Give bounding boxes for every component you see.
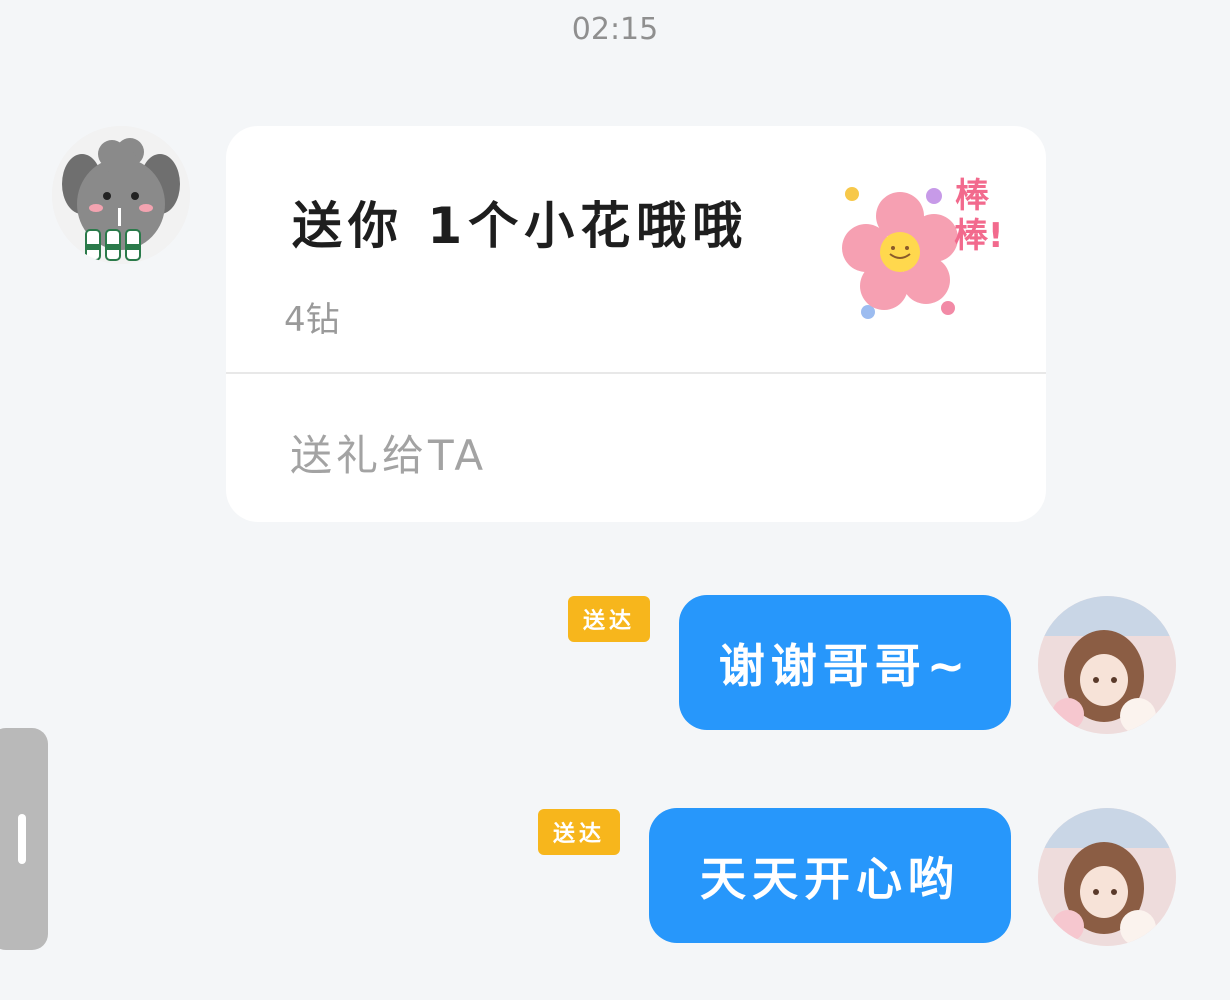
handle-grip — [18, 814, 26, 864]
gift-divider — [226, 372, 1046, 374]
message-bubble[interactable]: 谢谢哥哥~ — [679, 595, 1011, 730]
chat-screen: 02:15 送你 1个小花哦哦 4钻 棒棒! 送礼给TA 送达 谢谢哥哥~ 送达… — [0, 0, 1230, 1000]
delivered-badge: 送达 — [538, 809, 620, 855]
message-bubble[interactable]: 天天开心哟 — [649, 808, 1011, 943]
gift-card[interactable]: 送你 1个小花哦哦 4钻 棒棒! 送礼给TA — [226, 126, 1046, 522]
gift-price: 4钻 — [284, 300, 340, 340]
delivered-badge: 送达 — [568, 596, 650, 642]
gift-title: 送你 1个小花哦哦 — [292, 197, 749, 255]
sticker-label: 棒棒! — [954, 176, 1004, 256]
girl-avatar-icon — [1038, 596, 1176, 734]
message-timestamp: 02:15 — [571, 12, 659, 47]
dog-avatar-icon — [52, 126, 190, 264]
user-avatar[interactable] — [1038, 808, 1176, 946]
girl-avatar-icon — [1038, 808, 1176, 946]
user-avatar[interactable] — [1038, 596, 1176, 734]
side-panel-handle[interactable] — [0, 728, 48, 950]
sender-avatar[interactable] — [52, 126, 190, 264]
send-gift-button[interactable]: 送礼给TA — [290, 422, 487, 483]
flower-sticker-icon: 棒棒! — [838, 176, 1018, 326]
